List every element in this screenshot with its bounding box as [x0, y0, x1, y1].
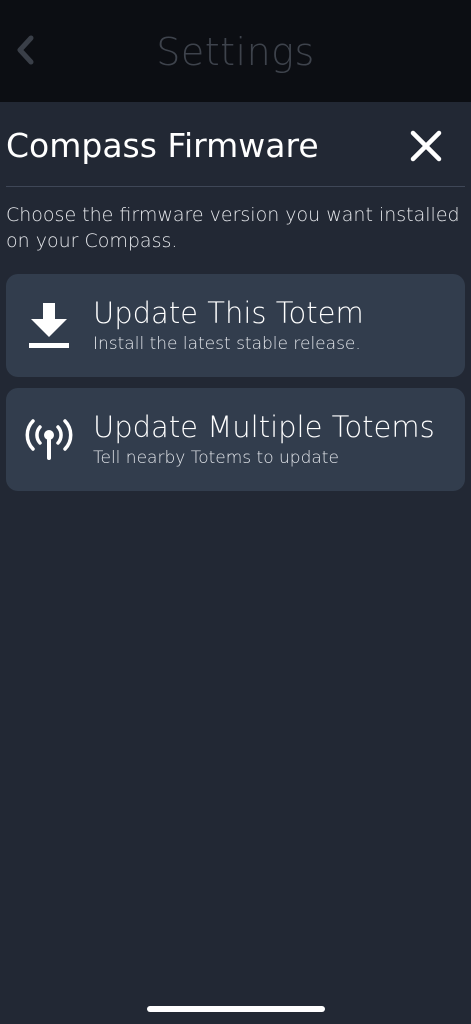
- header-divider: [6, 186, 465, 187]
- modal-title: Compass Firmware: [6, 126, 319, 165]
- option-subtitle: Tell nearby Totems to update: [93, 448, 339, 468]
- update-multiple-totems-button[interactable]: Update Multiple Totems Tell nearby Totem…: [6, 388, 465, 491]
- home-indicator[interactable]: [147, 1006, 325, 1012]
- broadcast-antenna-icon: [22, 413, 76, 467]
- option-title: Update This Totem: [93, 296, 364, 330]
- close-icon: [410, 130, 442, 162]
- page-title: Settings: [156, 30, 315, 74]
- download-icon: [22, 299, 76, 353]
- option-subtitle: Install the latest stable release.: [93, 334, 361, 354]
- modal-header: Compass Firmware: [0, 102, 471, 188]
- top-navigation-bar: Settings: [0, 0, 471, 102]
- update-this-totem-button[interactable]: Update This Totem Install the latest sta…: [6, 274, 465, 377]
- modal-description: Choose the firmware version you want ins…: [6, 204, 460, 252]
- close-button[interactable]: [404, 124, 448, 168]
- option-title: Update Multiple Totems: [93, 410, 435, 444]
